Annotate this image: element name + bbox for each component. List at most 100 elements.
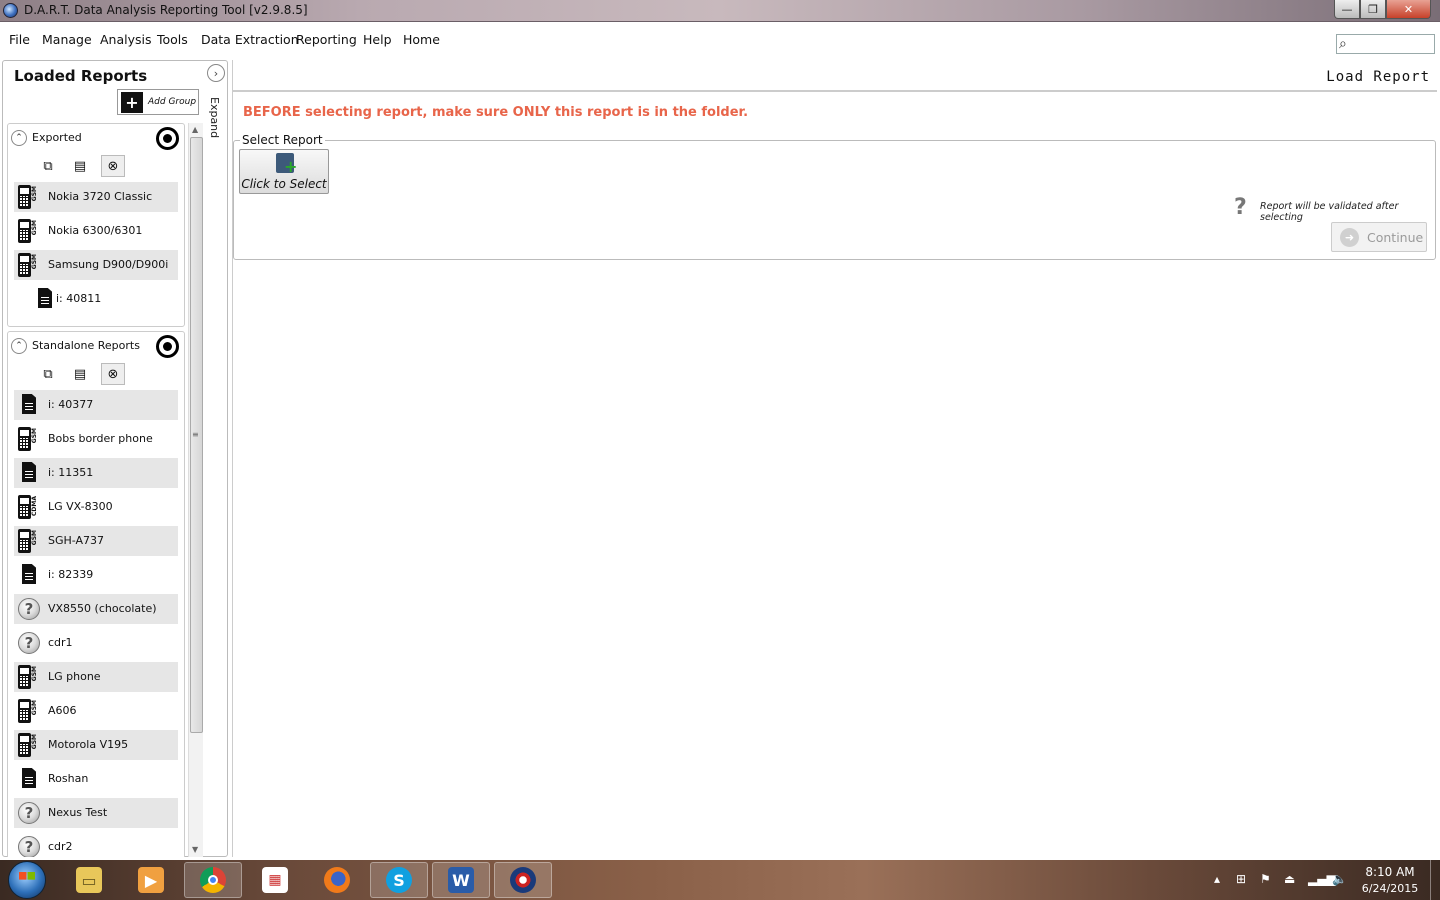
- add-report-icon[interactable]: ⧉: [36, 363, 60, 385]
- report-item[interactable]: i: 40377: [14, 390, 178, 420]
- close-button[interactable]: ✕: [1386, 0, 1431, 19]
- select-report-group: Select Report Click to Select ? Report w…: [233, 133, 1436, 260]
- skype-icon[interactable]: S: [370, 862, 428, 898]
- group-name: Exported: [32, 131, 82, 144]
- report-item[interactable]: GSM Motorola V195: [14, 730, 178, 760]
- tree-scrollbar[interactable]: ▲ ≡ ▼: [188, 123, 203, 857]
- report-item[interactable]: ? Nexus Test: [14, 798, 178, 828]
- report-group-standalone: ⌃ Standalone Reports ⧉ ▤ ⊗ i: 40377 GSM Bo…: [7, 331, 185, 857]
- word-icon[interactable]: W: [432, 862, 490, 898]
- unknown-device-icon: ?: [18, 597, 40, 621]
- report-item[interactable]: i: 40811: [30, 284, 178, 314]
- chevron-up-icon[interactable]: ⌃: [11, 338, 27, 354]
- add-report-icon[interactable]: ⧉: [36, 155, 60, 177]
- report-item[interactable]: GSM A606: [14, 696, 178, 726]
- report-item[interactable]: i: 11351: [14, 458, 178, 488]
- start-button[interactable]: [8, 861, 46, 899]
- report-item[interactable]: GSM Bobs border phone: [14, 424, 178, 454]
- scroll-down-icon[interactable]: ▼: [192, 845, 198, 854]
- report-tree: ⌃ Exported ⧉ ▤ ⊗ GSM Nokia 3720 Classic GS…: [7, 123, 185, 857]
- apps-grid-icon[interactable]: ▦: [246, 862, 304, 898]
- unknown-device-icon: ?: [18, 835, 40, 857]
- clock-date[interactable]: 6/24/2015: [1360, 882, 1420, 895]
- menu-tools[interactable]: Tools: [157, 32, 188, 47]
- report-item-label: SGH-A737: [48, 534, 105, 547]
- report-item-label: Roshan: [48, 772, 89, 785]
- sim-card-icon: [18, 461, 38, 485]
- phone-gsm-icon: GSM: [18, 427, 38, 451]
- continue-button[interactable]: ➜ Continue: [1331, 222, 1427, 252]
- sim-add-icon[interactable]: ▤: [68, 155, 92, 177]
- dart-app-icon: [3, 3, 18, 18]
- volume-icon[interactable]: 🔈: [1332, 872, 1347, 886]
- show-desktop-button[interactable]: [1430, 860, 1440, 900]
- report-item[interactable]: GSM SGH-A737: [14, 526, 178, 556]
- menu-analysis[interactable]: Analysis: [100, 32, 152, 47]
- add-group-icon: +: [121, 92, 143, 113]
- chrome-icon[interactable]: [184, 862, 242, 898]
- remove-circle-icon[interactable]: ⊗: [101, 155, 125, 177]
- search-input[interactable]: ⌕: [1336, 34, 1435, 54]
- add-group-button[interactable]: + Add Group: [117, 89, 199, 115]
- scroll-up-icon[interactable]: ▲: [192, 125, 198, 134]
- window-title-bar: D.A.R.T. Data Analysis Reporting Tool [v…: [0, 0, 1440, 22]
- report-item-label: LG VX-8300: [48, 500, 113, 513]
- report-item[interactable]: i: 82339: [14, 560, 178, 590]
- report-item[interactable]: ? cdr2: [14, 832, 178, 857]
- report-item[interactable]: GSM Samsung D900/D900i: [14, 250, 178, 280]
- menu-help[interactable]: Help: [363, 32, 392, 47]
- report-item[interactable]: Roshan: [14, 764, 178, 794]
- report-item-label: i: 40811: [56, 292, 102, 305]
- report-item[interactable]: GSM Nokia 3720 Classic: [14, 182, 178, 212]
- report-item-label: cdr2: [48, 840, 73, 853]
- maximize-button[interactable]: ❐: [1360, 0, 1386, 19]
- report-group-exported: ⌃ Exported ⧉ ▤ ⊗ GSM Nokia 3720 Classic GS…: [7, 123, 185, 327]
- clock-time[interactable]: 8:10 AM: [1360, 865, 1420, 879]
- group-name: Standalone Reports: [32, 339, 140, 352]
- menu-data-extraction[interactable]: Data Extraction: [201, 32, 299, 47]
- report-item-label: Nokia 6300/6301: [48, 224, 143, 237]
- file-explorer-icon[interactable]: ▭: [60, 862, 118, 898]
- phone-gsm-icon: GSM: [18, 665, 38, 689]
- loaded-reports-panel: Loaded Reports › Expand + Add Group ⌃ Ex…: [2, 60, 228, 857]
- sim-add-icon[interactable]: ▤: [68, 363, 92, 385]
- firefox-icon[interactable]: [308, 862, 366, 898]
- minimize-button[interactable]: —: [1334, 0, 1360, 19]
- scroll-thumb[interactable]: ≡: [190, 137, 203, 733]
- main-content: Load Report BEFORE selecting report, mak…: [232, 60, 1438, 857]
- expand-toggle[interactable]: Expand: [208, 97, 221, 138]
- media-player-icon[interactable]: ▶: [122, 862, 180, 898]
- report-item-label: i: 40377: [48, 398, 94, 411]
- target-icon[interactable]: [156, 127, 179, 150]
- report-item-label: VX8550 (chocolate): [48, 602, 157, 615]
- phone-cdma-icon: CDMA: [18, 495, 38, 519]
- menu-reporting[interactable]: Reporting: [296, 32, 357, 47]
- tray-expand-icon[interactable]: ▴: [1214, 872, 1220, 886]
- loaded-reports-title: Loaded Reports: [14, 67, 148, 85]
- sim-card-icon: [18, 393, 38, 417]
- chevron-up-icon[interactable]: ⌃: [11, 130, 27, 146]
- usb-device-icon[interactable]: ⏏: [1284, 872, 1295, 886]
- dart-icon[interactable]: [494, 862, 552, 898]
- remove-circle-icon[interactable]: ⊗: [101, 363, 125, 385]
- phone-gsm-icon: GSM: [18, 699, 38, 723]
- report-item[interactable]: GSM Nokia 6300/6301: [14, 216, 178, 246]
- continue-label: Continue: [1367, 230, 1424, 245]
- report-item[interactable]: GSM LG phone: [14, 662, 178, 692]
- click-to-select-button[interactable]: Click to Select: [239, 149, 329, 194]
- sim-card-icon: [34, 287, 54, 311]
- report-item[interactable]: CDMA LG VX-8300: [14, 492, 178, 522]
- report-item[interactable]: ? VX8550 (chocolate): [14, 594, 178, 624]
- page-title: Load Report: [1326, 69, 1430, 85]
- menu-home[interactable]: Home: [403, 32, 440, 47]
- windows-flag-icon[interactable]: ⊞: [1236, 872, 1246, 886]
- chevron-right-icon[interactable]: ›: [207, 64, 225, 82]
- menu-manage[interactable]: Manage: [42, 32, 92, 47]
- report-item[interactable]: ? cdr1: [14, 628, 178, 658]
- arrow-right-icon: ➜: [1340, 228, 1359, 247]
- validation-note: Report will be validated after selecting: [1260, 201, 1399, 223]
- target-icon[interactable]: [156, 335, 179, 358]
- menu-file[interactable]: File: [9, 32, 30, 47]
- report-item-label: A606: [48, 704, 77, 717]
- action-center-icon[interactable]: ⚑: [1260, 872, 1271, 886]
